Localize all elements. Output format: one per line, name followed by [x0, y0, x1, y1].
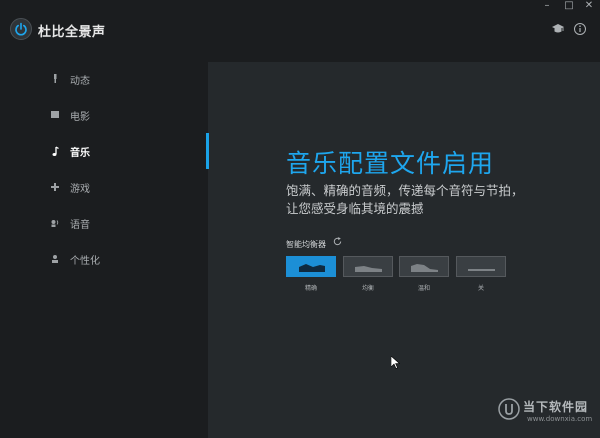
person-icon [52, 255, 58, 263]
sidebar-item-label: 动态 [70, 76, 90, 87]
mouse-cursor-icon [391, 356, 400, 369]
reset-icon[interactable] [332, 236, 343, 247]
profile-description: 饱满、精确的音频，传递每个音符与节拍，让您感受身临其境的震撼 [286, 183, 524, 216]
eq-preset-label: 均衡 [361, 285, 374, 292]
main-panel [209, 62, 600, 438]
eq-preset-label: 温和 [417, 285, 430, 292]
sidebar-item-movie[interactable]: 电影 [0, 98, 208, 134]
sidebar-item-dynamic[interactable]: 动态 [0, 62, 208, 98]
title-bar: 杜比全景声 – □ ✕ [0, 0, 600, 62]
app-title: 杜比全景声 [38, 25, 106, 40]
eq-preset-warm-button[interactable] [399, 256, 449, 277]
eq-preset-off-button[interactable] [456, 256, 506, 277]
sidebar-item-personalize[interactable]: 个性化 [0, 242, 208, 278]
eq-preset-label: 精确 [304, 285, 317, 292]
eq-curve-precise-icon [299, 264, 325, 272]
gamepad-icon [51, 183, 59, 191]
close-button[interactable]: ✕ [580, 0, 598, 12]
sidebar-item-voice[interactable]: 语音 [0, 206, 208, 242]
watermark-name: 当下软件园 [523, 400, 589, 414]
profile-headline: 音乐配置文件启用 [286, 149, 495, 178]
sidebar-item-label: 语音 [70, 220, 90, 231]
watermark-logo-icon [498, 398, 520, 420]
sidebar-item-game[interactable]: 游戏 [0, 170, 208, 206]
eq-curve-warm-icon [411, 264, 438, 272]
eq-preset-label: 关 [477, 285, 484, 292]
sidebar-item-label: 游戏 [70, 184, 90, 195]
eq-preset-precise-button[interactable] [286, 256, 336, 277]
minimize-button[interactable]: – [538, 0, 556, 12]
equalizer-label: 智能均衡器 [286, 240, 326, 249]
movie-icon [51, 111, 59, 118]
eq-preset-balanced-button[interactable] [343, 256, 393, 277]
sidebar-item-music[interactable]: 音乐 [0, 134, 208, 170]
dolby-power-logo-icon[interactable] [10, 18, 32, 40]
sidebar: 动态 电影 音乐 游戏 语音 个性化 [0, 62, 208, 438]
sidebar-item-label: 音乐 [70, 148, 90, 159]
sidebar-item-label: 个性化 [70, 256, 100, 267]
info-icon[interactable] [573, 22, 587, 36]
watermark-url: www.downxia.com [527, 415, 593, 423]
eq-curve-off-icon [468, 269, 495, 271]
voice-icon [51, 220, 59, 227]
maximize-button[interactable]: □ [560, 0, 578, 12]
graduation-cap-icon[interactable] [551, 22, 565, 36]
eq-curve-balanced-icon [355, 266, 382, 272]
sidebar-item-label: 电影 [70, 112, 90, 123]
dynamic-icon [54, 74, 57, 83]
music-note-icon [52, 146, 59, 156]
